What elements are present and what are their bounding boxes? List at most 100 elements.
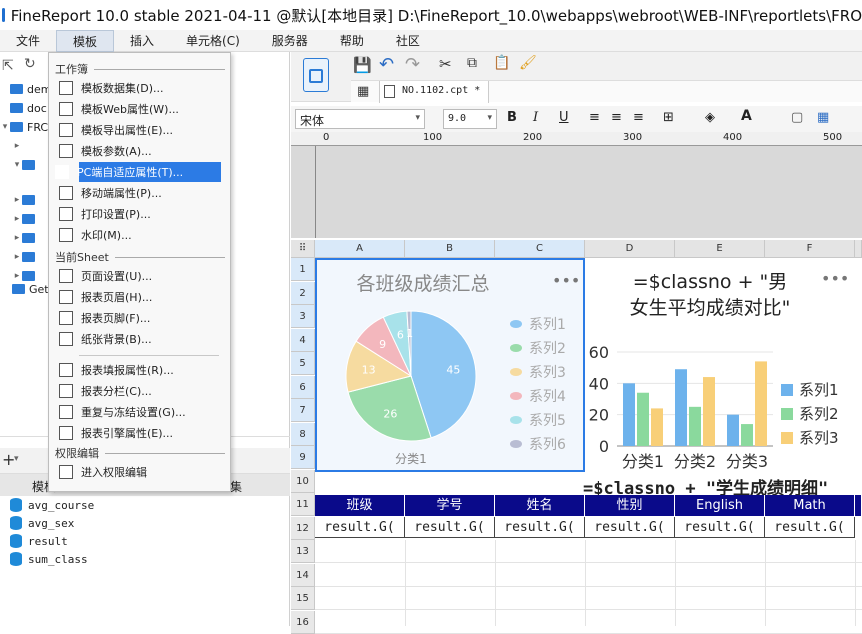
column-header[interactable]: D: [585, 240, 675, 258]
row-header[interactable]: 14: [291, 563, 315, 587]
cut-icon[interactable]: ✂: [439, 55, 452, 73]
header-cell[interactable]: 姓名: [495, 495, 585, 516]
tab-file[interactable]: NO.1102.cpt *: [379, 81, 489, 103]
refresh-icon[interactable]: ↻: [24, 56, 36, 72]
column-header[interactable]: [855, 240, 862, 258]
menu-server[interactable]: 服务器: [256, 30, 324, 52]
align-left-icon[interactable]: ≡: [589, 110, 600, 125]
chevron-right-icon[interactable]: ▸: [12, 233, 22, 243]
dataset-item[interactable]: sum_class: [10, 550, 88, 568]
bar-chart-container[interactable]: =$classno + "男 女生平均成绩对比" ••• 0 20 40 60 分类1 分类2 分…: [585, 258, 862, 472]
align-center-icon[interactable]: ≡: [611, 110, 622, 125]
chevron-down-icon[interactable]: ▾: [0, 122, 10, 132]
more-options-icon[interactable]: •••: [552, 271, 580, 290]
row-header[interactable]: 13: [291, 540, 315, 563]
workbook-item[interactable]: 模板导出属性(E)...: [57, 120, 221, 140]
tree-toolbar-icon[interactable]: ⇱: [2, 58, 14, 74]
menu-insert[interactable]: 插入: [114, 30, 170, 52]
table-icon[interactable]: ▦: [817, 110, 829, 125]
dataset-item[interactable]: avg_course: [10, 496, 94, 514]
sheet-item[interactable]: 纸张背景(B)...: [57, 329, 221, 349]
row-header[interactable]: 11: [291, 493, 315, 516]
column-header[interactable]: E: [675, 240, 765, 258]
row-header[interactable]: 16: [291, 610, 315, 634]
column-header[interactable]: C: [495, 240, 585, 258]
row-header[interactable]: 5: [291, 352, 315, 375]
row-header[interactable]: 1: [291, 258, 315, 281]
copy-icon[interactable]: ⧉: [467, 55, 477, 71]
chevron-right-icon[interactable]: ▸: [12, 141, 22, 151]
menu-cell[interactable]: 单元格(C): [170, 30, 256, 52]
chevron-right-icon[interactable]: ▸: [12, 214, 22, 224]
menu-help[interactable]: 帮助: [324, 30, 380, 52]
tree-item[interactable]: ▾: [12, 156, 39, 174]
data-cell[interactable]: result.G(: [315, 517, 405, 538]
permission-item[interactable]: 进入权限编辑: [57, 462, 221, 482]
sheet-item[interactable]: 报表填报属性(R)...: [57, 360, 221, 380]
data-cell[interactable]: result.G(: [495, 517, 585, 538]
menu-community[interactable]: 社区: [380, 30, 436, 52]
dataset-item[interactable]: result: [10, 532, 68, 550]
chevron-down-icon[interactable]: ▾: [14, 454, 19, 464]
menu-file[interactable]: 文件: [0, 30, 56, 52]
italic-icon[interactable]: I: [533, 110, 538, 125]
format-brush-icon[interactable]: 🖌: [519, 55, 537, 71]
chevron-down-icon[interactable]: ▾: [12, 160, 22, 170]
header-cell[interactable]: Math: [765, 495, 855, 516]
workbook-item[interactable]: 模板数据集(D)...: [57, 78, 221, 98]
tree-item[interactable]: ▸: [12, 210, 39, 228]
tree-item[interactable]: ▸: [12, 229, 39, 247]
more-options-icon[interactable]: •••: [821, 269, 849, 288]
column-header[interactable]: F: [765, 240, 855, 258]
data-cell[interactable]: result.G(: [405, 517, 495, 538]
workbook-item[interactable]: 移动端属性(P)...: [57, 183, 221, 203]
header-cell[interactable]: 学号: [405, 495, 495, 516]
data-cell[interactable]: result.G(: [585, 517, 675, 538]
row-header[interactable]: 6: [291, 375, 315, 399]
redo-icon[interactable]: ↷: [405, 54, 420, 75]
row-header[interactable]: 15: [291, 587, 315, 610]
dataset-item[interactable]: avg_sex: [10, 514, 74, 532]
workbook-item[interactable]: 打印设置(P)...: [57, 204, 221, 224]
font-color-icon[interactable]: A: [741, 108, 752, 124]
save-icon[interactable]: 💾: [353, 56, 372, 74]
column-header[interactable]: B: [405, 240, 495, 258]
header-cell[interactable]: English: [675, 495, 765, 516]
tree-item[interactable]: ▾ FRC: [0, 118, 48, 136]
table-title-cell[interactable]: =$classno + "学生成绩明细": [583, 474, 862, 496]
undo-icon[interactable]: ↶: [379, 54, 394, 75]
header-cell[interactable]: [855, 495, 862, 516]
border-icon[interactable]: ⊞: [663, 110, 674, 125]
corner-cell[interactable]: ⠿: [291, 240, 315, 258]
sheet-item[interactable]: 报表页脚(F)...: [57, 308, 221, 328]
row-header[interactable]: 12: [291, 516, 315, 540]
header-cell[interactable]: 班级: [315, 495, 405, 516]
row-header[interactable]: 7: [291, 399, 315, 422]
fill-color-icon[interactable]: ◈: [705, 110, 715, 125]
chevron-right-icon[interactable]: ▸: [12, 195, 22, 205]
underline-icon[interactable]: U: [559, 110, 569, 125]
header-cell[interactable]: 性别: [585, 495, 675, 516]
font-size-select[interactable]: 9.0 ▾: [443, 109, 497, 129]
tree-item[interactable]: ▸: [12, 248, 39, 266]
tree-item[interactable]: ▸: [12, 137, 22, 155]
tree-item[interactable]: ▸: [12, 191, 39, 209]
sheet-item[interactable]: 报表页眉(H)...: [57, 287, 221, 307]
row-header[interactable]: 3: [291, 305, 315, 328]
align-right-icon[interactable]: ≡: [633, 110, 644, 125]
row-header[interactable]: 8: [291, 422, 315, 446]
pie-chart-container[interactable]: 各班级成绩汇总 ••• 45 26 13 9 6 1 系列1 系列2 系列3 系列4 系列5 系列6 分类1: [315, 258, 585, 472]
sheet-item[interactable]: 报表分栏(C)...: [57, 381, 221, 401]
row-header[interactable]: 4: [291, 328, 315, 352]
row-header[interactable]: 2: [291, 281, 315, 305]
tree-item[interactable]: doc: [10, 99, 47, 117]
merge-icon[interactable]: ▢: [791, 110, 803, 125]
tree-item[interactable]: dem: [10, 80, 51, 98]
workbook-item[interactable]: 模板Web属性(W)...: [57, 99, 221, 119]
sheet-item[interactable]: 重复与冻结设置(G)...: [57, 402, 221, 422]
workbook-item[interactable]: PC端自适应属性(T)...: [55, 162, 221, 182]
row-header[interactable]: 9: [291, 446, 315, 469]
column-header[interactable]: A: [315, 240, 405, 258]
menu-template[interactable]: 模板: [56, 29, 115, 52]
paste-icon[interactable]: 📋: [493, 55, 510, 71]
